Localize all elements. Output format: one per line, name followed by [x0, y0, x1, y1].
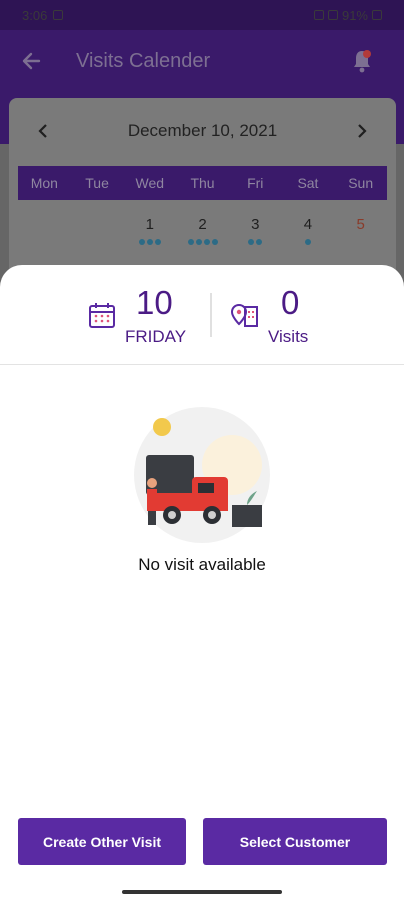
visit-dot [154, 239, 161, 245]
visit-dot [248, 239, 255, 245]
visit-dot [138, 239, 145, 245]
battery-icon [372, 10, 382, 20]
visit-indicator-dots [176, 239, 229, 245]
visit-indicator-dots [123, 239, 176, 245]
summary-divider [210, 293, 212, 337]
calendar-day-cell[interactable]: 2 [176, 212, 229, 260]
status-bar: 3:06 91% [0, 0, 404, 30]
weekday-label: Thu [190, 175, 215, 191]
calendar-day-cell[interactable]: 1 [123, 212, 176, 260]
weekday-label: Mon [30, 175, 58, 191]
day-number: 3 [251, 216, 260, 233]
visit-indicator-dots [229, 239, 282, 245]
calendar-day-cell[interactable]: 4 [282, 212, 335, 260]
visit-dot [146, 239, 153, 245]
notification-badge [363, 50, 371, 58]
visits-count: 0 [281, 284, 300, 321]
visit-dot [203, 239, 210, 245]
weekday-label: Tue [85, 175, 109, 191]
selected-date-number: 10 [136, 284, 173, 321]
day-summary: 10 FRIDAY 0 Visits [0, 265, 404, 365]
weekday-label: Sat [297, 175, 319, 191]
selected-day-name: FRIDAY [125, 327, 187, 346]
day-number: 5 [356, 216, 365, 233]
day-detail-sheet: 10 FRIDAY 0 Visits No visit available Cr… [0, 265, 404, 885]
calendar-day-cell[interactable]: 5 [334, 212, 387, 260]
visit-dot [187, 239, 194, 245]
delivery-truck-illustration [132, 405, 272, 545]
wifi-icon [313, 10, 324, 20]
status-time: 3:06 [22, 7, 48, 23]
battery-percent: 91% [341, 7, 368, 23]
empty-state-message: No visit available [138, 555, 266, 574]
calendar-day-cell[interactable] [18, 212, 71, 260]
visit-dot [211, 239, 218, 245]
day-number: 2 [198, 216, 207, 233]
weekday-label: Fri [247, 175, 264, 191]
create-other-visit-button[interactable]: Create Other Visit [18, 818, 186, 865]
calendar-week-row: 1 2 3 4 5 [18, 212, 387, 260]
visit-dot [304, 239, 311, 245]
weekday-label: Wed [135, 175, 165, 191]
page-title: Visits Calender [76, 49, 211, 72]
signal-icon [327, 10, 338, 20]
calendar-day-cell[interactable] [71, 212, 124, 260]
weekday-label: Sun [348, 175, 374, 191]
weekday-header: Mon Tue Wed Thu Fri Sat Sun [18, 166, 387, 200]
location-building-icon [230, 301, 260, 329]
select-customer-button[interactable]: Select Customer [203, 818, 387, 865]
calendar-day-cell[interactable]: 3 [229, 212, 282, 260]
chevron-right-icon[interactable] [354, 123, 370, 139]
calendar-icon [88, 301, 116, 329]
day-number: 4 [303, 216, 313, 233]
visits-label: Visits [268, 327, 309, 346]
day-number: 1 [145, 216, 154, 233]
visit-indicator-dots [282, 239, 335, 245]
home-gesture-handle[interactable] [122, 890, 282, 894]
back-arrow-icon[interactable] [18, 48, 44, 74]
notification-icon [53, 10, 64, 20]
app-bar: Visits Calender [0, 30, 404, 92]
visit-dot [195, 239, 202, 245]
chevron-left-icon[interactable] [35, 123, 51, 139]
visit-dot [256, 239, 263, 245]
month-label: December 10, 2021 [127, 121, 278, 140]
month-navigator: December 10, 2021 [9, 110, 396, 152]
